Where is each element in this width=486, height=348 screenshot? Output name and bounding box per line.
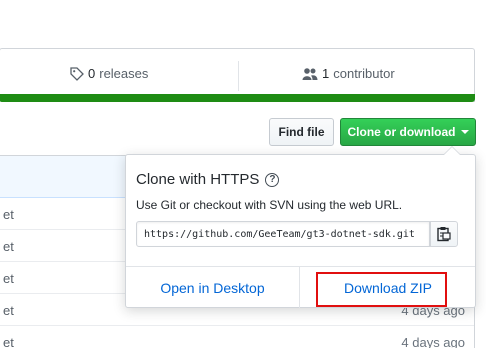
file-name[interactable]: et xyxy=(3,303,14,318)
popover-arrow-fill xyxy=(444,147,460,155)
clone-or-download-label: Clone or download xyxy=(347,125,456,139)
clone-url-group xyxy=(136,221,466,247)
file-age: 4 days ago xyxy=(401,335,465,348)
copy-url-button[interactable] xyxy=(430,221,458,247)
question-icon[interactable]: ? xyxy=(265,172,280,187)
tag-icon xyxy=(70,66,84,81)
file-name[interactable]: et xyxy=(3,271,14,286)
open-in-desktop-label: Open in Desktop xyxy=(160,279,265,296)
language-bar[interactable] xyxy=(0,94,475,102)
clipboard-icon xyxy=(437,227,451,242)
open-in-desktop-button[interactable]: Open in Desktop xyxy=(126,267,300,308)
file-name[interactable]: et xyxy=(3,239,14,254)
releases-label: releases xyxy=(99,66,149,81)
clone-url-input[interactable] xyxy=(136,221,430,247)
popover-description: Use Git or checkout with SVN using the w… xyxy=(136,198,403,212)
stats-divider xyxy=(238,61,239,91)
popover-title: Clone with HTTPS ? xyxy=(136,171,280,188)
contributors-label: contributor xyxy=(333,66,395,81)
contributors-link[interactable]: 1 contributor xyxy=(302,66,395,81)
find-file-label: Find file xyxy=(278,125,325,139)
find-file-button[interactable]: Find file xyxy=(269,118,334,146)
clone-or-download-button[interactable]: Clone or download xyxy=(340,118,476,146)
caret-down-icon xyxy=(460,130,469,134)
file-name[interactable]: et xyxy=(3,207,14,222)
contributors-count: 1 xyxy=(322,66,330,81)
table-row[interactable]: et 4 days ago xyxy=(0,326,474,348)
file-name[interactable]: et xyxy=(3,335,14,348)
popover-title-text: Clone with HTTPS xyxy=(136,171,260,188)
releases-link[interactable]: 0 releases xyxy=(70,66,148,81)
highlight-box xyxy=(316,272,447,307)
releases-count: 0 xyxy=(88,66,96,81)
people-icon xyxy=(302,67,318,80)
